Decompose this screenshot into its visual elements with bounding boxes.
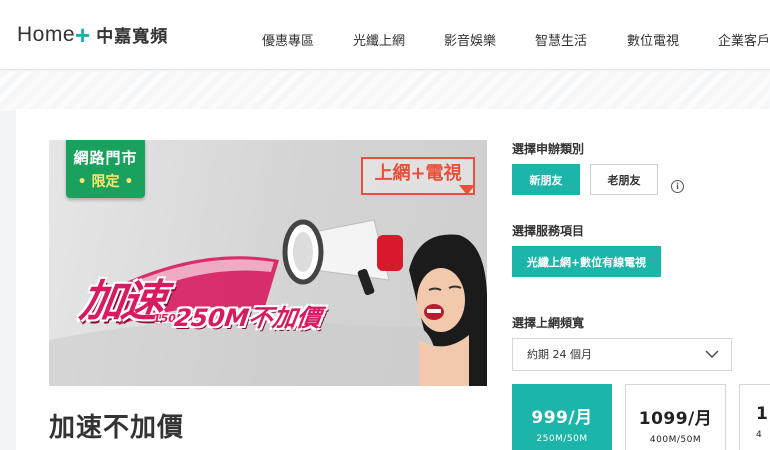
service-option-button[interactable]: 光纖上網+數位有線電視: [512, 246, 661, 277]
bundle-tag-arrow-icon: [459, 185, 475, 195]
plan-speed: 4: [756, 430, 763, 440]
badge-top-text: 網路門市: [73, 149, 138, 167]
new-customer-button[interactable]: 新朋友: [512, 164, 580, 195]
nav-item-digital-tv[interactable]: 數位電視: [627, 30, 679, 49]
plan-speed: 250M/50M: [536, 434, 588, 444]
model-photo: [409, 234, 487, 386]
nav-item-smart-life[interactable]: 智慧生活: [535, 30, 587, 49]
site-header: Home + 中嘉寬頻 優惠專區 光纖上網 影音娛樂 智慧生活 數位電視 企業客…: [0, 0, 770, 70]
promo-banner: 網路門市 • 限定 • 上網+電視 加速 150M> 250M不加價: [49, 140, 487, 386]
nav-item-entertainment[interactable]: 影音娛樂: [444, 30, 496, 49]
headline-no-price-increase: 250M不加價: [172, 304, 323, 332]
nav-item-promotions[interactable]: 優惠專區: [262, 30, 314, 49]
plan-price: 1: [756, 404, 769, 424]
decorative-stripes: [0, 71, 770, 111]
nav-item-fiber-internet[interactable]: 光纖上網: [353, 30, 405, 49]
online-exclusive-badge: 網路門市 • 限定 •: [66, 140, 145, 198]
main-nav: 優惠專區 光纖上網 影音娛樂 智慧生活 數位電視 企業客戶: [0, 30, 770, 50]
plan-option-250m[interactable]: 999/月 250M/50M: [512, 384, 612, 450]
info-icon[interactable]: i: [671, 180, 684, 193]
plan-option-partial[interactable]: 1 4: [739, 384, 770, 450]
badge-bottom-text: • 限定 •: [77, 174, 134, 190]
plan-price: 1099/月: [638, 409, 713, 429]
apply-type-label: 選擇申辦類別: [512, 142, 585, 156]
product-title: 加速不加價: [49, 413, 185, 443]
nav-item-business[interactable]: 企業客戶: [718, 30, 770, 49]
existing-customer-button[interactable]: 老朋友: [590, 164, 658, 195]
plan-option-400m[interactable]: 1099/月 400M/50M: [625, 384, 726, 450]
contract-period-select[interactable]: 約期 24 個月: [512, 338, 732, 371]
plan-price: 999/月: [531, 408, 593, 428]
contract-period-value: 約期 24 個月: [527, 348, 592, 361]
bandwidth-label: 選擇上網頻寬: [512, 316, 585, 330]
plan-speed: 400M/50M: [649, 435, 702, 445]
chevron-down-icon: [705, 350, 719, 358]
bundle-tag: 上網+電視: [361, 157, 475, 195]
service-label: 選擇服務項目: [512, 224, 585, 238]
